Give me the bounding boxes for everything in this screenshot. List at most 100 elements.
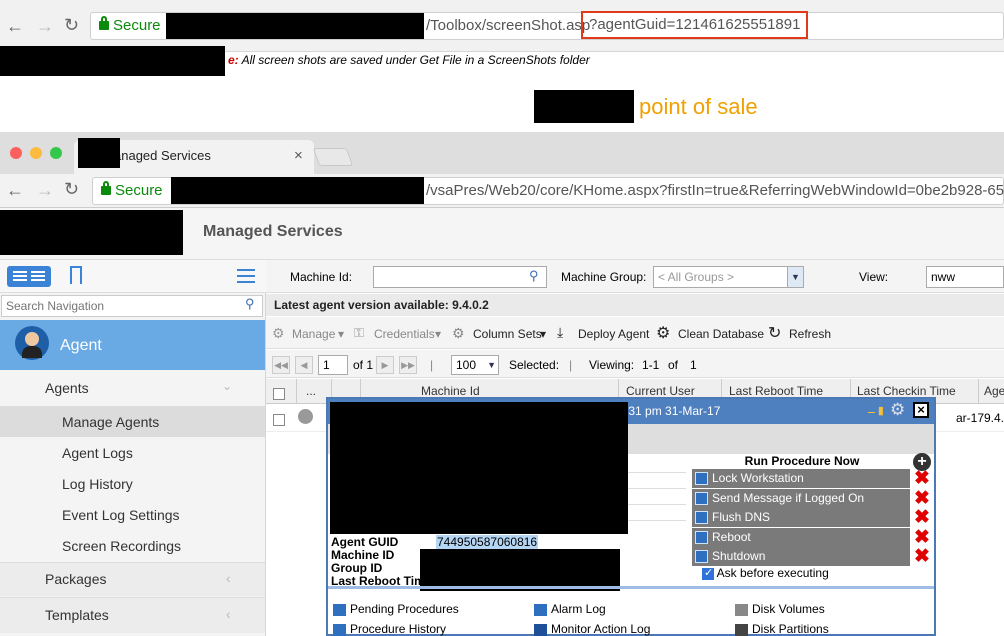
point-of-sale-title: point of sale [639, 94, 758, 119]
pin-icon[interactable]: ⎯▮ [868, 403, 886, 420]
column-header-machine-id[interactable]: Machine Id [421, 384, 480, 398]
download-icon: ⤓ [557, 324, 564, 340]
machine-group-select[interactable]: < All Groups > ▼ [653, 266, 804, 288]
app-title: Managed Services [203, 223, 343, 240]
pager-divider: | [569, 358, 573, 372]
page-number-input[interactable]: 1 [318, 355, 348, 375]
forward-arrow-icon[interactable]: → [36, 180, 54, 200]
link-pending-procedures[interactable]: Pending Procedures [333, 602, 459, 616]
sidebar-item-screen-recordings[interactable]: Screen Recordings [62, 538, 181, 554]
minimize-window-button[interactable] [30, 147, 42, 159]
zoom-window-button[interactable] [50, 147, 62, 159]
new-tab-button[interactable] [312, 148, 354, 166]
inner-url-path: /vsaPres/Web20/core/KHome.aspx?firstIn=t… [426, 182, 1004, 199]
navigation-search-input[interactable] [1, 295, 263, 317]
last-page-icon[interactable]: ▶▶ [399, 356, 417, 374]
sidebar-item-agents[interactable]: Agents ⌄ [0, 371, 265, 405]
viewing-label: Viewing: [589, 358, 635, 372]
chevron-down-icon: ▼ [487, 360, 496, 370]
forward-arrow-icon[interactable]: → [36, 16, 54, 36]
gear-icon: ⚙ [656, 325, 671, 342]
refresh-button[interactable]: Refresh [789, 327, 831, 341]
link-alarm-log[interactable]: Alarm Log [534, 602, 606, 616]
back-arrow-icon[interactable]: ← [6, 180, 24, 200]
manage-button[interactable]: Manage [292, 327, 335, 341]
reload-icon[interactable]: ↻ [64, 179, 79, 199]
sidebar-item-log-history[interactable]: Log History [62, 476, 133, 492]
agent-guid-value: 744950587060816 [436, 535, 539, 549]
procedure-reboot[interactable]: Reboot [692, 528, 910, 547]
column-header-agent-version[interactable]: Age [984, 384, 1004, 398]
sidebar-item-event-log-settings[interactable]: Event Log Settings [62, 507, 180, 523]
page-size-select[interactable]: 100 ▼ [451, 355, 499, 375]
link-disk-volumes[interactable]: Disk Volumes [735, 602, 825, 616]
ask-checkbox[interactable] [702, 566, 714, 580]
close-icon[interactable]: × [913, 402, 929, 418]
agent-guid-query: ?agentGuid=121461625551891 [581, 11, 809, 39]
credentials-button[interactable]: Credentials [374, 327, 435, 341]
viewing-of: of [668, 358, 679, 372]
redacted-block [330, 402, 628, 534]
column-header-current-user[interactable]: Current User [626, 384, 695, 398]
column-header-more[interactable]: ... [306, 384, 316, 398]
link-procedure-history[interactable]: Procedure History [333, 622, 446, 636]
row-agent-version: 9.4.0 [984, 411, 1004, 425]
nav-tree-toggle-icon[interactable] [7, 266, 51, 287]
link-disk-partitions[interactable]: Disk Partitions [735, 622, 829, 636]
sidebar-item-packages[interactable]: Packages ‹ [0, 562, 265, 596]
deploy-agent-button[interactable]: Deploy Agent [578, 327, 649, 341]
procedure-icon [695, 531, 708, 544]
next-page-icon[interactable]: ▶ [376, 356, 394, 374]
link-monitor-action-log[interactable]: Monitor Action Log [534, 622, 650, 636]
chevron-down-icon: ▾ [435, 327, 442, 341]
sidebar-item-agent-logs[interactable]: Agent Logs [62, 445, 133, 461]
hamburger-menu-icon[interactable] [237, 269, 255, 271]
procedure-send-message[interactable]: Send Message if Logged On [692, 489, 910, 508]
column-sets-button[interactable]: Column Sets [473, 327, 542, 341]
machine-id-label: Machine Id: [290, 270, 353, 284]
procedure-flush-dns[interactable]: Flush DNS [692, 508, 910, 527]
column-header-last-checkin[interactable]: Last Checkin Time [857, 384, 956, 398]
chevron-down-icon: ⌄ [222, 379, 233, 393]
select-all-checkbox[interactable] [273, 385, 285, 403]
remove-procedure-icon[interactable]: ✖ [914, 547, 930, 566]
close-tab-icon[interactable]: × [294, 140, 303, 172]
procedure-shutdown[interactable]: Shutdown [692, 547, 910, 566]
chevron-left-icon: ‹ [226, 606, 231, 622]
agent-status-icon [298, 409, 313, 424]
clean-database-button[interactable]: Clean Database [678, 327, 764, 341]
gear-icon[interactable]: ⚙ [890, 400, 905, 420]
viewing-range: 1-1 [642, 358, 660, 372]
row-last-checkin: ar-17 [956, 411, 985, 425]
view-label: View: [859, 270, 889, 284]
redacted-logo [0, 210, 183, 255]
back-arrow-icon[interactable]: ← [6, 16, 24, 36]
ask-before-executing[interactable]: Ask before executing [702, 566, 829, 580]
procedure-lock-workstation[interactable]: Lock Workstation [692, 469, 910, 488]
row-checkbox[interactable] [273, 411, 285, 429]
column-header-last-reboot[interactable]: Last Reboot Time [729, 384, 823, 398]
disk-icon [735, 603, 748, 616]
remove-procedure-icon[interactable]: ✖ [914, 469, 930, 488]
view-select[interactable]: nww [926, 266, 1004, 288]
bookmark-icon[interactable] [70, 266, 82, 284]
outer-url-path: /Toolbox/screenShot.asp [426, 17, 591, 34]
procedure-icon [695, 492, 708, 505]
chevron-down-icon: ▼ [787, 267, 803, 287]
reload-icon[interactable]: ↻ [64, 15, 79, 35]
remove-procedure-icon[interactable]: ✖ [914, 489, 930, 508]
sidebar-item-templates[interactable]: Templates ‹ [0, 597, 265, 633]
sidebar-sub-label: Manage Agents [62, 414, 160, 430]
search-icon[interactable]: ⚲ [245, 296, 255, 312]
redacted-block [534, 90, 634, 123]
remove-procedure-icon[interactable]: ✖ [914, 528, 930, 547]
page-of-label: of 1 [353, 358, 374, 372]
redacted-block [420, 549, 620, 591]
search-icon[interactable]: ⚲ [529, 268, 539, 284]
remove-procedure-icon[interactable]: ✖ [914, 508, 930, 527]
machine-id-input[interactable] [373, 266, 547, 288]
first-page-icon[interactable]: ◀◀ [272, 356, 290, 374]
close-window-button[interactable] [10, 147, 22, 159]
redacted-block [166, 13, 424, 39]
previous-page-icon[interactable]: ◀ [295, 356, 313, 374]
